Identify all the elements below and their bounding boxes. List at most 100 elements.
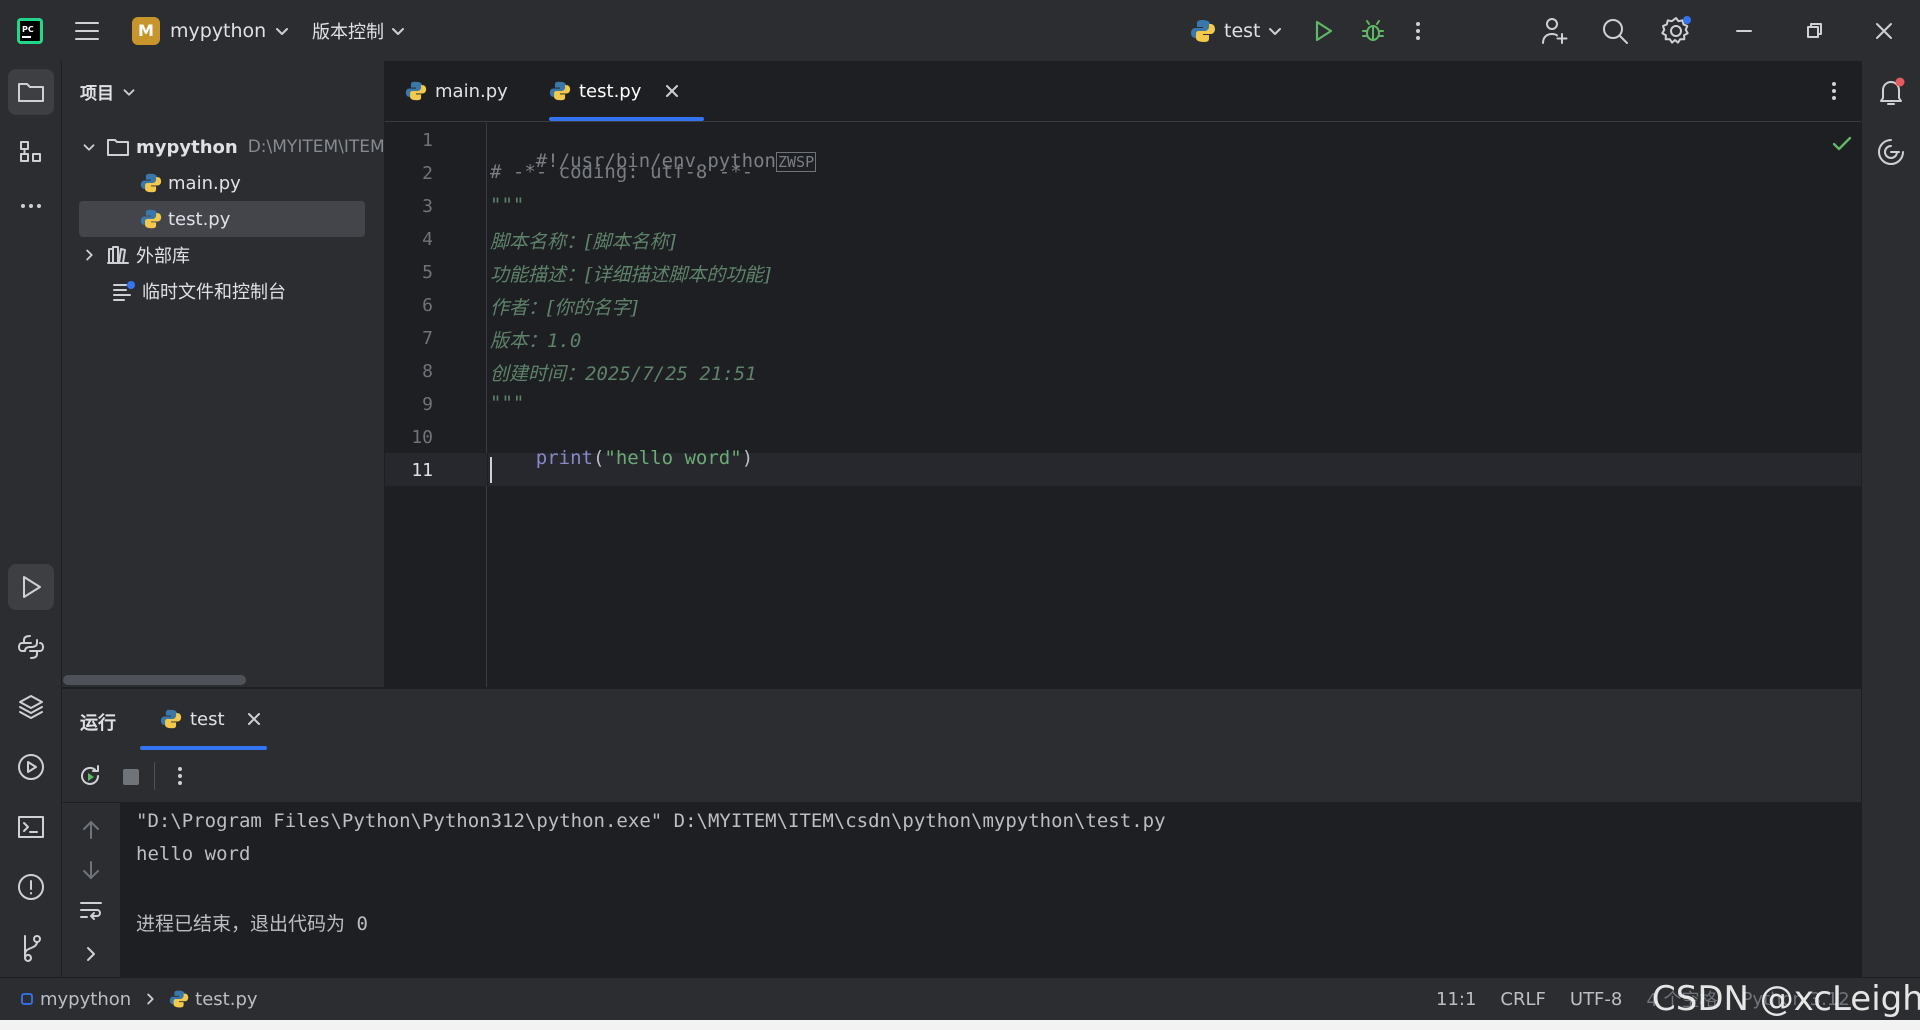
- line-number: 5: [422, 262, 433, 283]
- more-vertical-icon: [1416, 21, 1420, 40]
- tree-scratches[interactable]: 临时文件和控制台: [62, 273, 385, 309]
- code-line-2: # -*- coding: utf-8 -*-: [490, 161, 754, 183]
- line-separator[interactable]: CRLF: [1500, 989, 1545, 1010]
- watermark: CSDN @xcLeigh: [1652, 979, 1920, 1019]
- python-console-button[interactable]: [8, 624, 54, 670]
- minimize-button[interactable]: [1732, 0, 1756, 61]
- close-tab-icon[interactable]: [245, 710, 263, 728]
- notifications-button[interactable]: [1868, 69, 1914, 115]
- folder-icon: [18, 83, 44, 102]
- run-tab-test[interactable]: test: [160, 689, 263, 749]
- ai-assistant-button[interactable]: [1868, 129, 1914, 175]
- chevron-down-icon: [276, 27, 289, 35]
- search-button[interactable]: [1600, 0, 1630, 61]
- tree-root[interactable]: mypython D:\MYITEM\ITEM: [62, 129, 385, 165]
- expand-button[interactable]: [78, 941, 104, 972]
- rerun-button[interactable]: [76, 762, 104, 790]
- tab-main-py[interactable]: main.py: [405, 61, 508, 121]
- main-menu-button[interactable]: [72, 0, 102, 61]
- terminal-button[interactable]: [8, 804, 54, 850]
- line-number: 1: [422, 130, 433, 151]
- python-packages-button[interactable]: [8, 684, 54, 730]
- project-tool-button[interactable]: [8, 69, 54, 115]
- paren: ): [741, 447, 754, 469]
- scroll-down-button[interactable]: [78, 857, 104, 888]
- run-panel-title: 运行: [80, 713, 116, 734]
- console-line: "D:\Program Files\Python\Python312\pytho…: [136, 810, 1166, 832]
- breadcrumb: mypython test.py: [20, 978, 258, 1020]
- restore-icon: [1807, 22, 1822, 38]
- breadcrumb-project[interactable]: mypython: [40, 989, 131, 1010]
- status-bar: mypython test.py 11:1 CRLF UTF-8 4 个空格 P…: [0, 977, 1920, 1020]
- horizontal-scrollbar[interactable]: [63, 675, 246, 685]
- console-line: 进程已结束，退出代码为 0: [136, 913, 368, 935]
- python-icon: [1191, 19, 1215, 42]
- project-badge: M: [132, 16, 160, 45]
- caret-position[interactable]: 11:1: [1436, 989, 1476, 1010]
- python-file-icon: [140, 173, 162, 193]
- layers-icon: [19, 695, 43, 719]
- tree-file-main[interactable]: main.py: [62, 165, 385, 201]
- problems-button[interactable]: [8, 864, 54, 910]
- debug-button[interactable]: [1360, 0, 1386, 61]
- arrow-up-icon: [83, 820, 99, 839]
- add-user-icon: [1542, 17, 1568, 44]
- more-vertical-icon: [178, 767, 182, 785]
- python-file-icon: [140, 209, 162, 229]
- root-folder-path: D:\MYITEM\ITEM: [247, 137, 385, 157]
- close-tab-icon[interactable]: [663, 82, 681, 100]
- tab-label: main.py: [435, 80, 508, 102]
- run-outline-icon: [23, 576, 41, 598]
- scratches-icon: [113, 281, 135, 301]
- line-number-current: 11: [411, 460, 433, 481]
- project-switcher[interactable]: M mypython: [132, 0, 292, 61]
- project-panel: 项目 mypython D:\MYITEM\ITEM main.py test.…: [62, 61, 385, 687]
- vcs-menu[interactable]: 版本控制: [312, 0, 408, 61]
- scroll-up-button[interactable]: [78, 817, 104, 848]
- left-tool-strip: [0, 61, 62, 977]
- code-editor[interactable]: #!/usr/bin/env python ZWSP # -*- coding: …: [488, 123, 1861, 687]
- file-encoding[interactable]: UTF-8: [1570, 989, 1622, 1010]
- tab-options-button[interactable]: [1826, 61, 1842, 121]
- stop-button[interactable]: [120, 766, 142, 788]
- active-tab-indicator: [549, 117, 704, 121]
- code-line-6: 作者：[你的名字]: [490, 297, 638, 319]
- python-icon: [160, 709, 182, 729]
- restore-button[interactable]: [1802, 0, 1826, 61]
- services-button[interactable]: [8, 744, 54, 790]
- close-window-button[interactable]: [1872, 0, 1896, 61]
- run-tool-button[interactable]: [8, 564, 54, 610]
- line-number: 3: [422, 196, 433, 217]
- run-config-selector[interactable]: test: [1190, 0, 1285, 61]
- taskbar-edge: [0, 1020, 1920, 1030]
- run-console[interactable]: "D:\Program Files\Python\Python312\pytho…: [120, 803, 1861, 977]
- tree-file-test[interactable]: test.py: [62, 201, 385, 237]
- code-line-3: """: [490, 194, 525, 216]
- python-file-icon: [169, 990, 189, 1008]
- structure-tool-button[interactable]: [8, 129, 54, 175]
- code-with-me-button[interactable]: [1540, 0, 1570, 61]
- git-button[interactable]: [8, 924, 54, 970]
- more-actions-button[interactable]: [1410, 0, 1426, 61]
- run-button[interactable]: [1310, 0, 1336, 61]
- chevron-right-icon: [86, 249, 93, 261]
- file-name: main.py: [168, 172, 241, 194]
- alert-circle-icon: [18, 874, 44, 900]
- settings-button[interactable]: [1660, 0, 1692, 61]
- soft-wrap-button[interactable]: [78, 897, 104, 928]
- gear-icon: [1661, 15, 1691, 44]
- breadcrumb-file[interactable]: test.py: [195, 989, 257, 1010]
- tab-test-py[interactable]: test.py: [549, 61, 681, 121]
- inspection-ok-icon[interactable]: [1831, 133, 1853, 160]
- scratches-label: 临时文件和控制台: [142, 282, 286, 303]
- project-name: mypython: [170, 19, 267, 42]
- run-more-button[interactable]: [172, 763, 188, 789]
- chevron-right-icon: [147, 993, 154, 1005]
- rerun-icon: [81, 765, 99, 785]
- file-name: test.py: [168, 208, 231, 230]
- more-tools-button[interactable]: [8, 183, 54, 229]
- project-view-selector[interactable]: 项目: [80, 79, 138, 104]
- line-number: 7: [422, 328, 433, 349]
- tree-external-libraries[interactable]: 外部库: [62, 237, 385, 273]
- code-line-9: """: [490, 392, 525, 414]
